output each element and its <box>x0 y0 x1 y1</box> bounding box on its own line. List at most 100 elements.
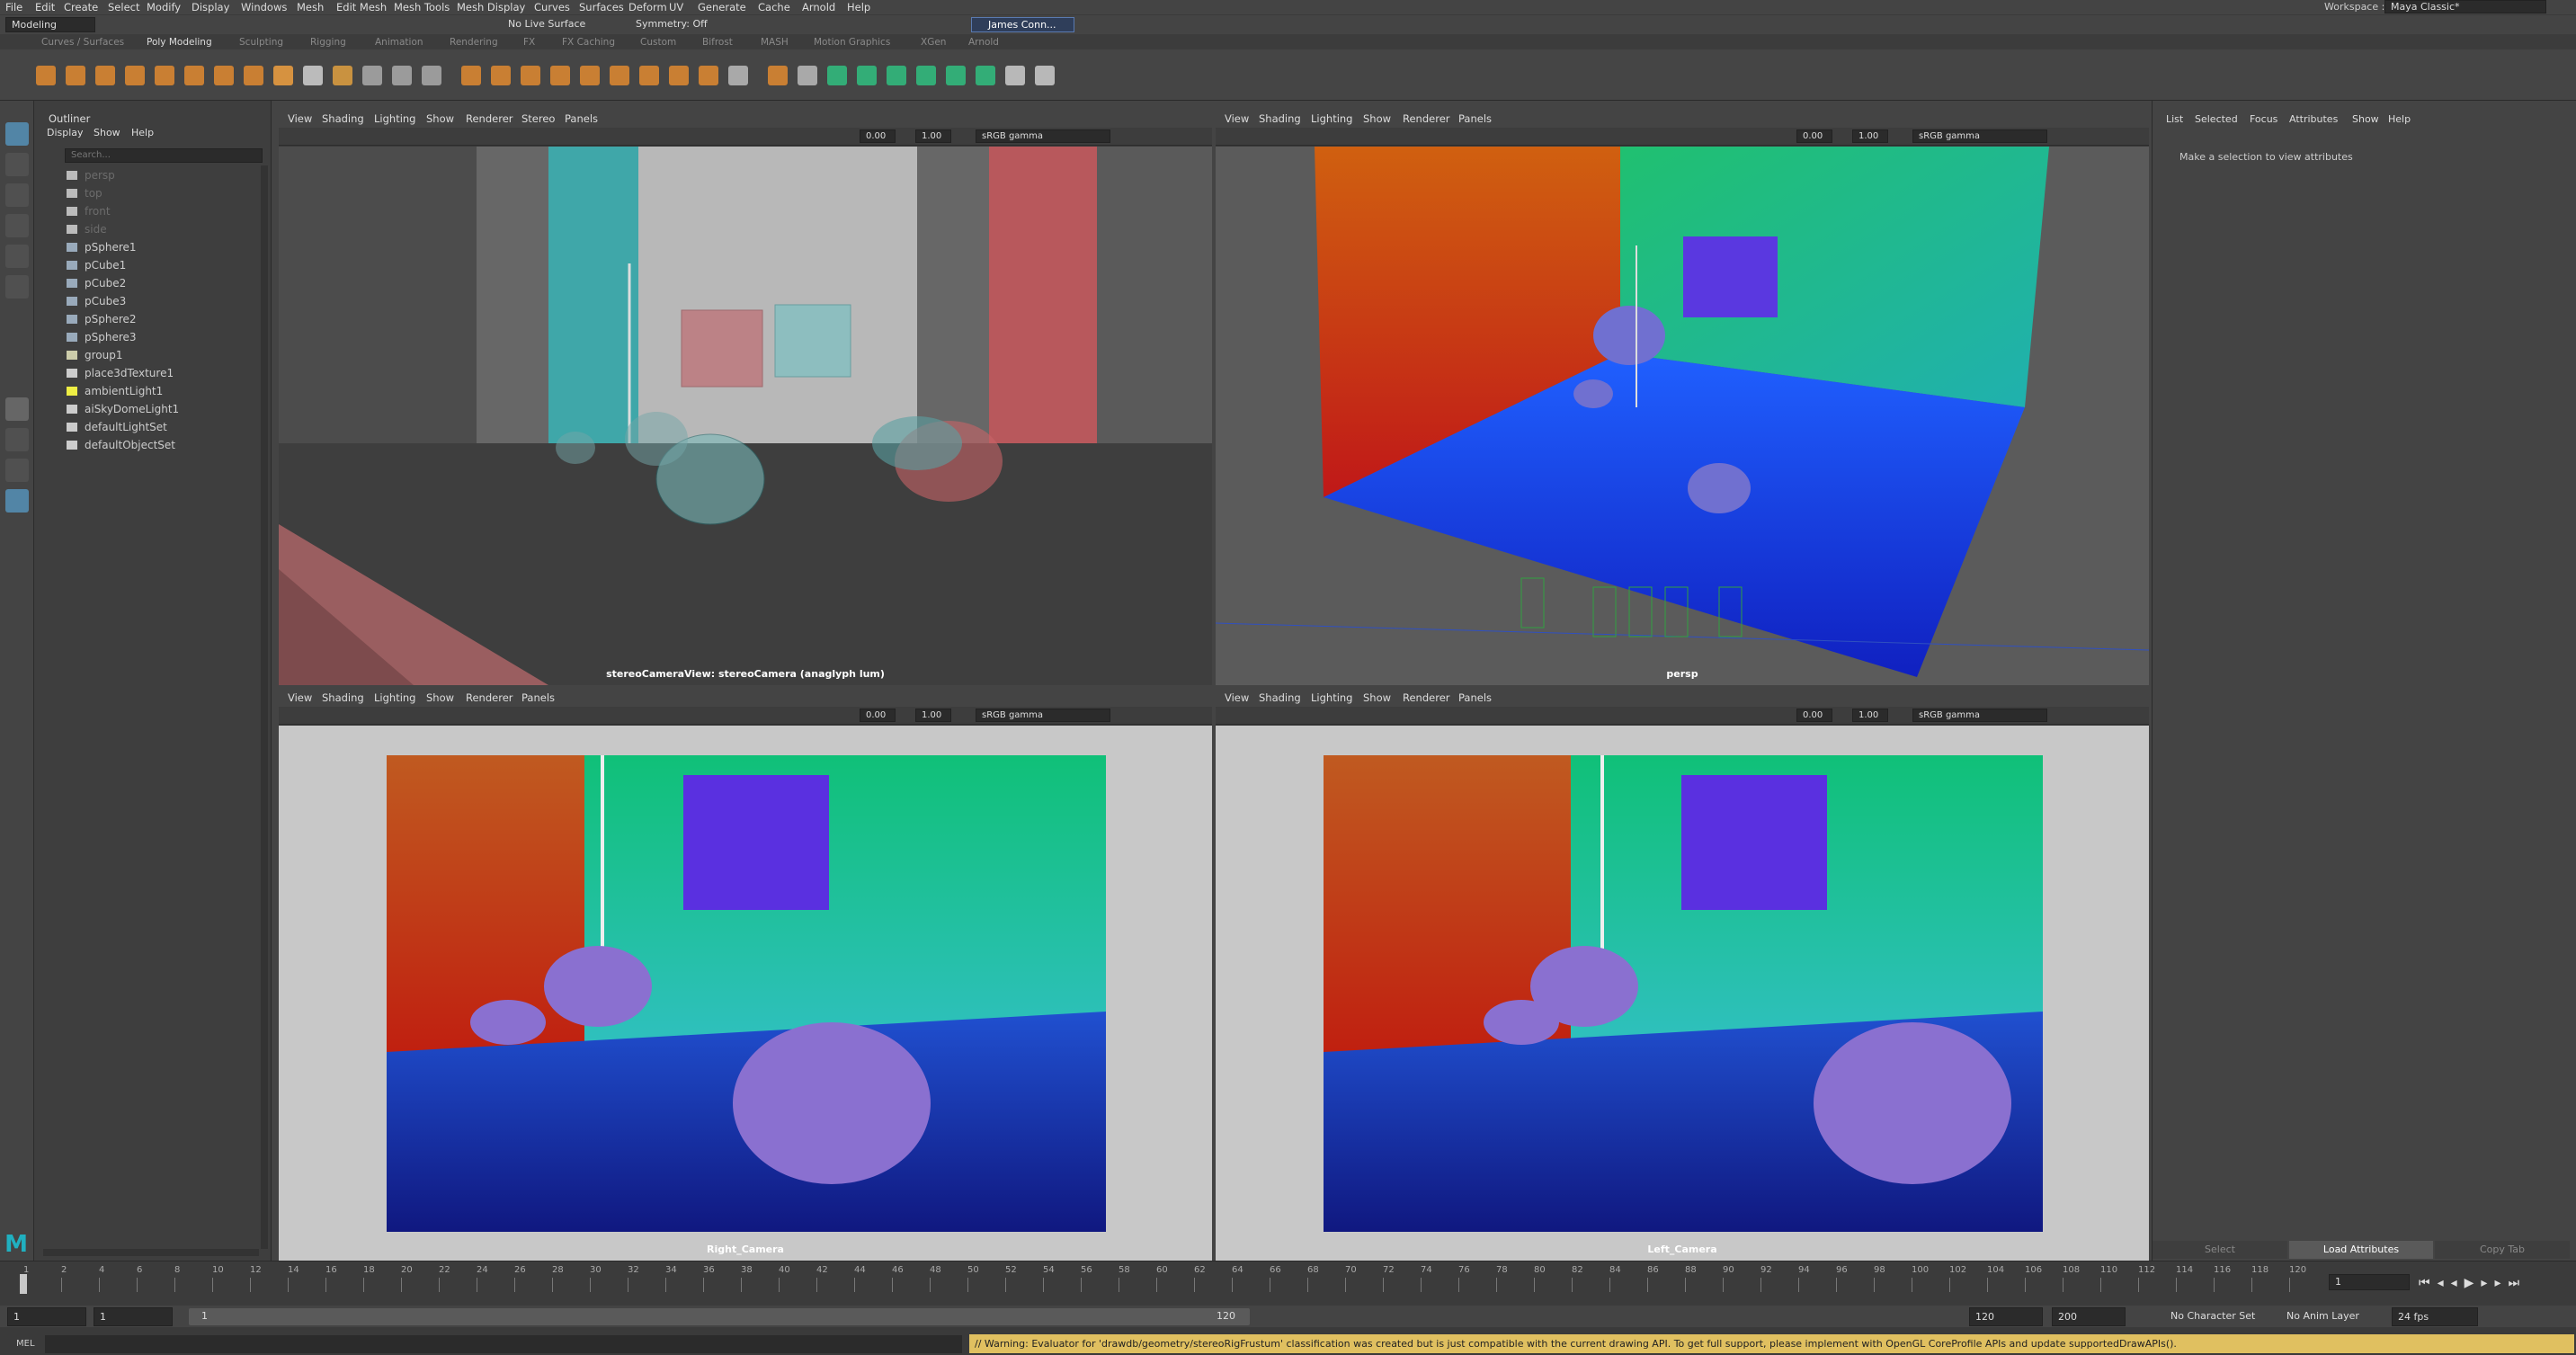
vp-menu-view[interactable]: View <box>288 691 312 704</box>
viewport-right-camera[interactable]: View Shading Lighting Show Renderer Pane… <box>279 689 1212 1261</box>
menu-mesh-tools[interactable]: Mesh Tools <box>394 1 450 13</box>
paint-select-tool-icon[interactable] <box>5 183 29 207</box>
shelf-tool-21-icon[interactable] <box>639 66 659 85</box>
vp-menu-shading[interactable]: Shading <box>322 112 364 125</box>
attr-tab-attributes[interactable]: Attributes <box>2289 113 2338 125</box>
shelf-tool-8-icon[interactable] <box>244 66 263 85</box>
range-inner-start-field[interactable]: 1 <box>94 1307 173 1326</box>
vp-menu-panels[interactable]: Panels <box>1458 691 1492 704</box>
shelf-tool-12-icon[interactable] <box>362 66 382 85</box>
two-view-layout-icon[interactable] <box>5 459 29 482</box>
outliner-item[interactable]: pSphere1 <box>67 238 137 256</box>
menu-edit[interactable]: Edit <box>35 1 55 13</box>
single-view-layout-icon[interactable] <box>5 397 29 421</box>
outliner-scrollbar[interactable] <box>261 165 268 1249</box>
menu-create[interactable]: Create <box>64 1 98 13</box>
shelf-tool-7-icon[interactable] <box>214 66 234 85</box>
attr-tab-help[interactable]: Help <box>2388 113 2411 125</box>
exposure-field[interactable]: 0.00 <box>860 709 896 722</box>
vp-menu-lighting[interactable]: Lighting <box>1311 691 1352 704</box>
rotate-tool-icon[interactable] <box>5 245 29 268</box>
attr-tab-list[interactable]: List <box>2166 113 2183 125</box>
shelf-tool-1-icon[interactable] <box>36 66 56 85</box>
playback-controls[interactable]: ⏮◂◂▶▸▸⏭ <box>2419 1276 2527 1290</box>
shelf-tool-29-icon[interactable] <box>887 66 906 85</box>
vp-menu-renderer[interactable]: Renderer <box>466 112 513 125</box>
vp-menu-show[interactable]: Show <box>426 691 454 704</box>
vp-menu-renderer[interactable]: Renderer <box>466 691 513 704</box>
outliner-hscrollbar[interactable] <box>43 1249 259 1256</box>
shelf-tool-5-icon[interactable] <box>155 66 174 85</box>
gamma-field[interactable]: 1.00 <box>1852 129 1888 143</box>
attr-tab-focus[interactable]: Focus <box>2250 113 2277 125</box>
vp-menu-view[interactable]: View <box>288 112 312 125</box>
symmetry-dropdown[interactable]: Symmetry: Off <box>636 18 708 30</box>
vp-menu-show[interactable]: Show <box>1363 112 1391 125</box>
outliner-item[interactable]: pCube2 <box>67 274 126 292</box>
outliner-item[interactable]: defaultObjectSet <box>67 436 175 454</box>
vp-menu-panels[interactable]: Panels <box>1458 112 1492 125</box>
menu-uv[interactable]: UV <box>669 1 683 13</box>
attr-load-attributes-button[interactable]: Load Attributes <box>2289 1241 2433 1259</box>
workspace-dropdown[interactable]: Maya Classic* <box>2384 0 2546 13</box>
vp-menu-lighting[interactable]: Lighting <box>1311 112 1352 125</box>
viewport-persp[interactable]: View Shading Lighting Show Renderer Pane… <box>1216 110 2149 685</box>
menu-windows[interactable]: Windows <box>241 1 287 13</box>
shelf-tool-13-icon[interactable] <box>392 66 412 85</box>
shelf-tab-sculpting[interactable]: Sculpting <box>239 37 283 48</box>
outliner-item[interactable]: pCube3 <box>67 292 126 310</box>
attr-tab-selected[interactable]: Selected <box>2195 113 2238 125</box>
vp-menu-show[interactable]: Show <box>426 112 454 125</box>
vp-menu-shading[interactable]: Shading <box>1259 112 1301 125</box>
shelf-tool-14-icon[interactable] <box>422 66 441 85</box>
shelf-tab-xgen[interactable]: XGen <box>921 37 946 48</box>
current-time-marker[interactable] <box>20 1274 27 1294</box>
vp-menu-panels[interactable]: Panels <box>521 691 555 704</box>
vp-menu-lighting[interactable]: Lighting <box>374 112 415 125</box>
shelf-tool-2-icon[interactable] <box>66 66 85 85</box>
current-frame-field[interactable]: 1 <box>2329 1274 2410 1290</box>
menu-select[interactable]: Select <box>108 1 139 13</box>
shelf-tool-3-icon[interactable] <box>95 66 115 85</box>
shelf-tool-25-icon[interactable] <box>768 66 788 85</box>
exposure-field[interactable]: 0.00 <box>860 129 896 143</box>
colorspace-dropdown[interactable]: sRGB gamma <box>1912 129 2047 143</box>
outliner-menu-display[interactable]: Display <box>47 127 84 138</box>
menu-cache[interactable]: Cache <box>758 1 790 13</box>
outliner-item[interactable]: pSphere3 <box>67 328 137 346</box>
outliner-layout-icon[interactable] <box>5 489 29 513</box>
menu-mesh[interactable]: Mesh <box>297 1 324 13</box>
shelf-tab-rigging[interactable]: Rigging <box>310 37 346 48</box>
range-slider[interactable]: 1 120 <box>189 1308 1250 1325</box>
shelf-tool-17-icon[interactable] <box>521 66 540 85</box>
outliner-item[interactable]: side <box>67 220 107 238</box>
range-end-field[interactable]: 200 <box>2052 1307 2126 1326</box>
shelf-tool-6-icon[interactable] <box>184 66 204 85</box>
outliner-item[interactable]: top <box>67 184 103 202</box>
shelf-tool-32-icon[interactable] <box>976 66 995 85</box>
vp-menu-show[interactable]: Show <box>1363 691 1391 704</box>
viewport-left-camera[interactable]: View Shading Lighting Show Renderer Pane… <box>1216 689 2149 1261</box>
user-account-button[interactable]: James Conn... <box>971 17 1074 32</box>
outliner-item[interactable]: persp <box>67 166 115 184</box>
colorspace-dropdown[interactable]: sRGB gamma <box>1912 709 2047 722</box>
shelf-tab-fx[interactable]: FX <box>523 37 535 48</box>
shelf-tool-27-icon[interactable] <box>827 66 847 85</box>
gamma-field[interactable]: 1.00 <box>915 129 951 143</box>
scale-tool-icon[interactable] <box>5 275 29 299</box>
colorspace-dropdown[interactable]: sRGB gamma <box>976 709 1110 722</box>
range-start-field[interactable]: 1 <box>7 1307 86 1326</box>
shelf-tool-23-icon[interactable] <box>699 66 718 85</box>
shelf-tool-24-icon[interactable] <box>728 66 748 85</box>
shelf-tool-10-icon[interactable] <box>303 66 323 85</box>
outliner-item[interactable]: pCube1 <box>67 256 126 274</box>
outliner-item[interactable]: aiSkyDomeLight1 <box>67 400 179 418</box>
outliner-item[interactable]: ambientLight1 <box>67 382 163 400</box>
vp-menu-renderer[interactable]: Renderer <box>1403 112 1450 125</box>
shelf-tool-19-icon[interactable] <box>580 66 600 85</box>
gamma-field[interactable]: 1.00 <box>1852 709 1888 722</box>
shelf-tab-rendering[interactable]: Rendering <box>450 37 498 48</box>
attr-copy-tab-button[interactable]: Copy Tab <box>2435 1241 2570 1259</box>
vp-menu-view[interactable]: View <box>1225 112 1249 125</box>
shelf-tab-animation[interactable]: Animation <box>375 37 423 48</box>
